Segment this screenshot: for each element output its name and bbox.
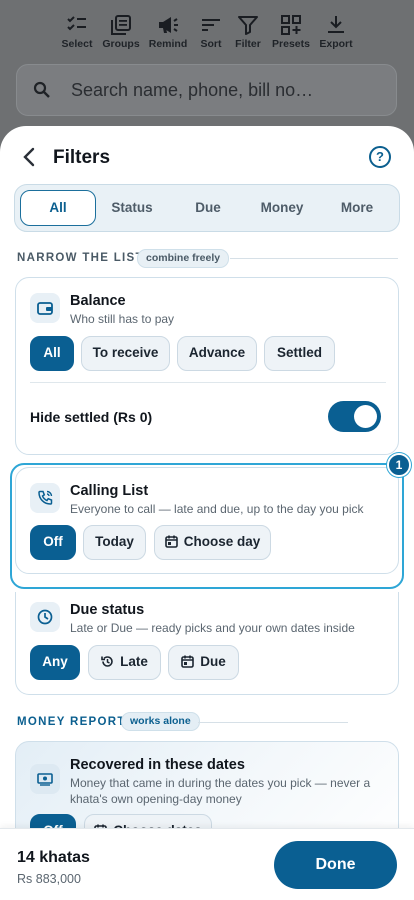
tab-due[interactable]: Due: [170, 190, 246, 226]
section-narrow-label: NARROW THE LIST: [17, 252, 144, 264]
hide-settled-toggle[interactable]: [328, 401, 381, 432]
export-icon: [328, 16, 344, 33]
result-count: 14 khatas: [17, 849, 90, 866]
section-divider: [198, 722, 348, 723]
due-status-card: Due status Late or Due — ready picks and…: [15, 592, 399, 695]
history-icon: [101, 656, 113, 667]
tab-status[interactable]: Status: [94, 190, 170, 226]
done-button[interactable]: Done: [274, 841, 397, 889]
balance-chip-all[interactable]: All: [30, 336, 74, 371]
toolbar-export-label: Export: [319, 38, 353, 50]
groups-icon: [111, 15, 131, 35]
calendar-icon: [181, 655, 195, 668]
toolbar-groups[interactable]: Groups: [95, 10, 147, 50]
sheet-title: Filters: [53, 147, 111, 168]
filter-tabs: All Status Due Money More: [14, 184, 400, 232]
balance-chip-to-receive[interactable]: To receive: [81, 336, 170, 371]
section-narrow-badge: combine freely: [137, 249, 230, 268]
section-divider: [230, 258, 398, 259]
wallet-icon-box: [30, 293, 60, 323]
section-money-report-badge: works alone: [121, 712, 200, 731]
balance-divider: [30, 382, 386, 383]
checklist-icon: [67, 16, 86, 31]
clock-icon-box: [30, 602, 60, 632]
due-chip-late[interactable]: Late: [88, 645, 161, 680]
presets-icon: [281, 15, 301, 35]
due-chip-any[interactable]: Any: [30, 645, 80, 680]
due-status-subtitle: Late or Due — ready picks and your own d…: [70, 621, 355, 635]
tab-more[interactable]: More: [319, 190, 395, 226]
top-toolbar: Select Groups Remind Sort Filter Presets…: [0, 10, 414, 56]
due-status-title: Due status: [70, 602, 145, 618]
tab-all[interactable]: All: [20, 190, 96, 226]
back-arrow-icon[interactable]: [20, 146, 40, 168]
due-chip-late-label: Late: [120, 654, 148, 669]
balance-chip-advance[interactable]: Advance: [177, 336, 257, 371]
filter-icon: [238, 16, 258, 35]
balance-title: Balance: [70, 293, 126, 309]
toolbar-groups-label: Groups: [102, 38, 140, 50]
search-bar[interactable]: Search name, phone, bill no…: [16, 64, 397, 116]
filters-sheet: Filters ? All Status Due Money More NARR…: [0, 126, 414, 900]
cash-icon: [37, 773, 53, 786]
recovered-subtitle-line2: khata's own opening-day money: [70, 792, 242, 806]
section-money-report-label: MONEY REPORT: [17, 716, 126, 728]
recovered-title: Recovered in these dates: [70, 757, 245, 773]
search-input[interactable]: Search name, phone, bill no…: [71, 80, 313, 101]
result-total: Rs 883,000: [17, 872, 81, 886]
toolbar-export[interactable]: Export: [310, 10, 362, 50]
help-icon[interactable]: ?: [369, 146, 391, 168]
balance-subtitle: Who still has to pay: [70, 312, 175, 326]
toggle-knob: [354, 405, 377, 428]
balance-card: Balance Who still has to pay All To rece…: [15, 277, 399, 455]
tab-money[interactable]: Money: [244, 190, 320, 226]
wallet-icon: [37, 302, 53, 315]
sheet-footer: 14 khatas Rs 883,000 Done: [0, 828, 414, 900]
tour-step-badge: 1: [387, 453, 411, 477]
due-chip-due[interactable]: Due: [168, 645, 239, 680]
search-icon: [33, 81, 50, 98]
balance-chip-settled[interactable]: Settled: [264, 336, 335, 371]
megaphone-icon: [159, 17, 178, 33]
hide-settled-label: Hide settled (Rs 0): [30, 409, 153, 425]
recovered-subtitle-line1: Money that came in during the dates you …: [70, 776, 371, 790]
tour-highlight: [10, 463, 404, 589]
clock-icon: [37, 609, 53, 625]
money-icon-box: [30, 764, 60, 794]
due-chip-due-label: Due: [200, 654, 226, 669]
sort-icon: [202, 19, 220, 31]
